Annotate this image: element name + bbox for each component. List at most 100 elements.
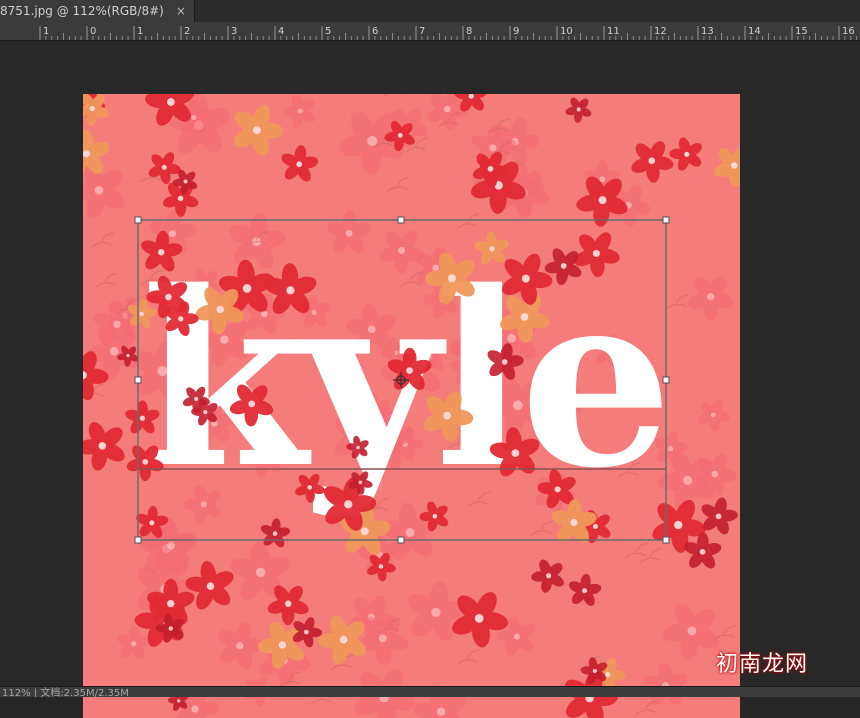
flower-center xyxy=(731,162,738,169)
flower-center xyxy=(344,500,353,509)
flower-center xyxy=(554,486,561,493)
flower-center xyxy=(684,151,690,157)
flower-center xyxy=(255,567,266,578)
ruler-label: 1 xyxy=(137,26,143,37)
flower-center xyxy=(242,284,252,293)
flower-center xyxy=(489,144,497,152)
watermark-logo: 初南龙网 xyxy=(716,652,809,677)
flower-center xyxy=(599,176,606,183)
flower-center xyxy=(168,626,174,631)
flower-center xyxy=(206,582,215,590)
status-text: 112% | 文档:2.35M/2.35M xyxy=(2,688,129,697)
ruler-label: 10 xyxy=(560,26,573,37)
flower-center xyxy=(167,541,176,550)
document-canvas[interactable]: kyle xyxy=(83,94,740,718)
flower-center xyxy=(474,613,484,623)
flower-center xyxy=(83,150,91,158)
flower-center xyxy=(161,164,167,170)
ruler-label: 0 xyxy=(90,26,96,37)
flower-center xyxy=(142,458,149,465)
flower-center xyxy=(168,230,176,238)
flower-center xyxy=(98,441,107,450)
flower-center xyxy=(360,527,369,536)
flower-center xyxy=(378,634,387,643)
document-tab[interactable]: 8751.jpg @ 112%(RGB/8#) × xyxy=(0,0,195,22)
flower-center xyxy=(378,564,384,569)
flower-center xyxy=(89,105,95,112)
ruler-label: 5 xyxy=(325,26,331,37)
flower-center xyxy=(278,641,287,649)
ruler-label: 15 xyxy=(795,26,808,37)
ruler-label: 16 xyxy=(842,26,855,37)
flower-center xyxy=(304,629,309,635)
flower-center xyxy=(397,133,403,138)
flower-center xyxy=(158,248,165,256)
flower-center xyxy=(487,165,494,172)
flower-center xyxy=(165,293,172,301)
ruler-label: 2 xyxy=(184,26,190,37)
horizontal-ruler[interactable]: 1 0 1 2 3 4 5 6 7 8 9 10 11 12 13 14 15 16 xyxy=(0,22,860,41)
status-bar: 112% | 文档:2.35M/2.35M xyxy=(0,686,860,697)
flower-center xyxy=(177,195,184,202)
ruler-label: 9 xyxy=(513,26,519,37)
ruler-label: 11 xyxy=(607,26,620,37)
flower-center xyxy=(582,588,588,594)
flower-center xyxy=(406,367,413,374)
flower-center xyxy=(236,642,244,650)
flower-center xyxy=(683,475,693,485)
flower-center xyxy=(648,157,656,165)
document-tab-bar: 8751.jpg @ 112%(RGB/8#) × xyxy=(0,0,860,22)
flower-center xyxy=(356,445,360,450)
flower-center xyxy=(592,249,600,258)
canvas-area[interactable]: kyle xyxy=(0,41,860,718)
flower-center xyxy=(191,705,199,713)
flower-center xyxy=(149,520,155,526)
flower-center xyxy=(592,668,597,674)
flower-center xyxy=(286,286,295,295)
flower-center xyxy=(166,98,175,106)
flower-center xyxy=(437,707,446,716)
flower-center xyxy=(248,400,256,408)
flower-center xyxy=(367,136,378,147)
flower-center xyxy=(443,411,452,420)
flower-center xyxy=(177,699,181,703)
document-tab-label: 8751.jpg @ 112%(RGB/8#) xyxy=(0,4,164,18)
flower-center xyxy=(216,305,224,314)
flower-center xyxy=(520,313,529,321)
flower-center xyxy=(489,246,495,252)
flower-center xyxy=(501,359,508,365)
ruler-label: 12 xyxy=(654,26,667,37)
flower-center xyxy=(576,107,581,112)
ruler-label: 7 xyxy=(419,26,425,37)
flower-center xyxy=(706,293,715,301)
flower-center xyxy=(605,672,611,678)
close-icon[interactable]: × xyxy=(176,4,186,18)
flower-center xyxy=(598,196,607,205)
flower-center xyxy=(285,600,292,607)
flower-center xyxy=(560,263,567,269)
flower-center xyxy=(667,446,674,452)
ruler-label: 3 xyxy=(231,26,237,37)
flower-center xyxy=(131,641,137,647)
flower-center xyxy=(447,274,456,283)
flower-center xyxy=(110,347,119,356)
flower-center xyxy=(592,523,599,530)
flower-center xyxy=(405,528,415,538)
ruler-label: 13 xyxy=(701,26,714,37)
ruler-label: 8 xyxy=(466,26,472,37)
flower-center xyxy=(307,485,313,490)
flower-center xyxy=(252,126,261,135)
flower-center xyxy=(94,186,104,195)
flower-center xyxy=(113,320,121,328)
flower-center xyxy=(126,353,130,358)
flower-center xyxy=(570,518,578,526)
document-image: kyle xyxy=(83,94,740,718)
flower-center xyxy=(687,626,697,636)
ruler-label: 4 xyxy=(278,26,284,37)
flower-center xyxy=(183,179,188,184)
flower-center xyxy=(715,513,722,520)
ruler-label: 6 xyxy=(372,26,378,37)
flower-center xyxy=(296,161,303,168)
ruler-ticks: 1 0 1 2 3 4 5 6 7 8 9 10 11 12 13 14 15 16 xyxy=(39,26,858,40)
flower-center xyxy=(191,114,197,120)
